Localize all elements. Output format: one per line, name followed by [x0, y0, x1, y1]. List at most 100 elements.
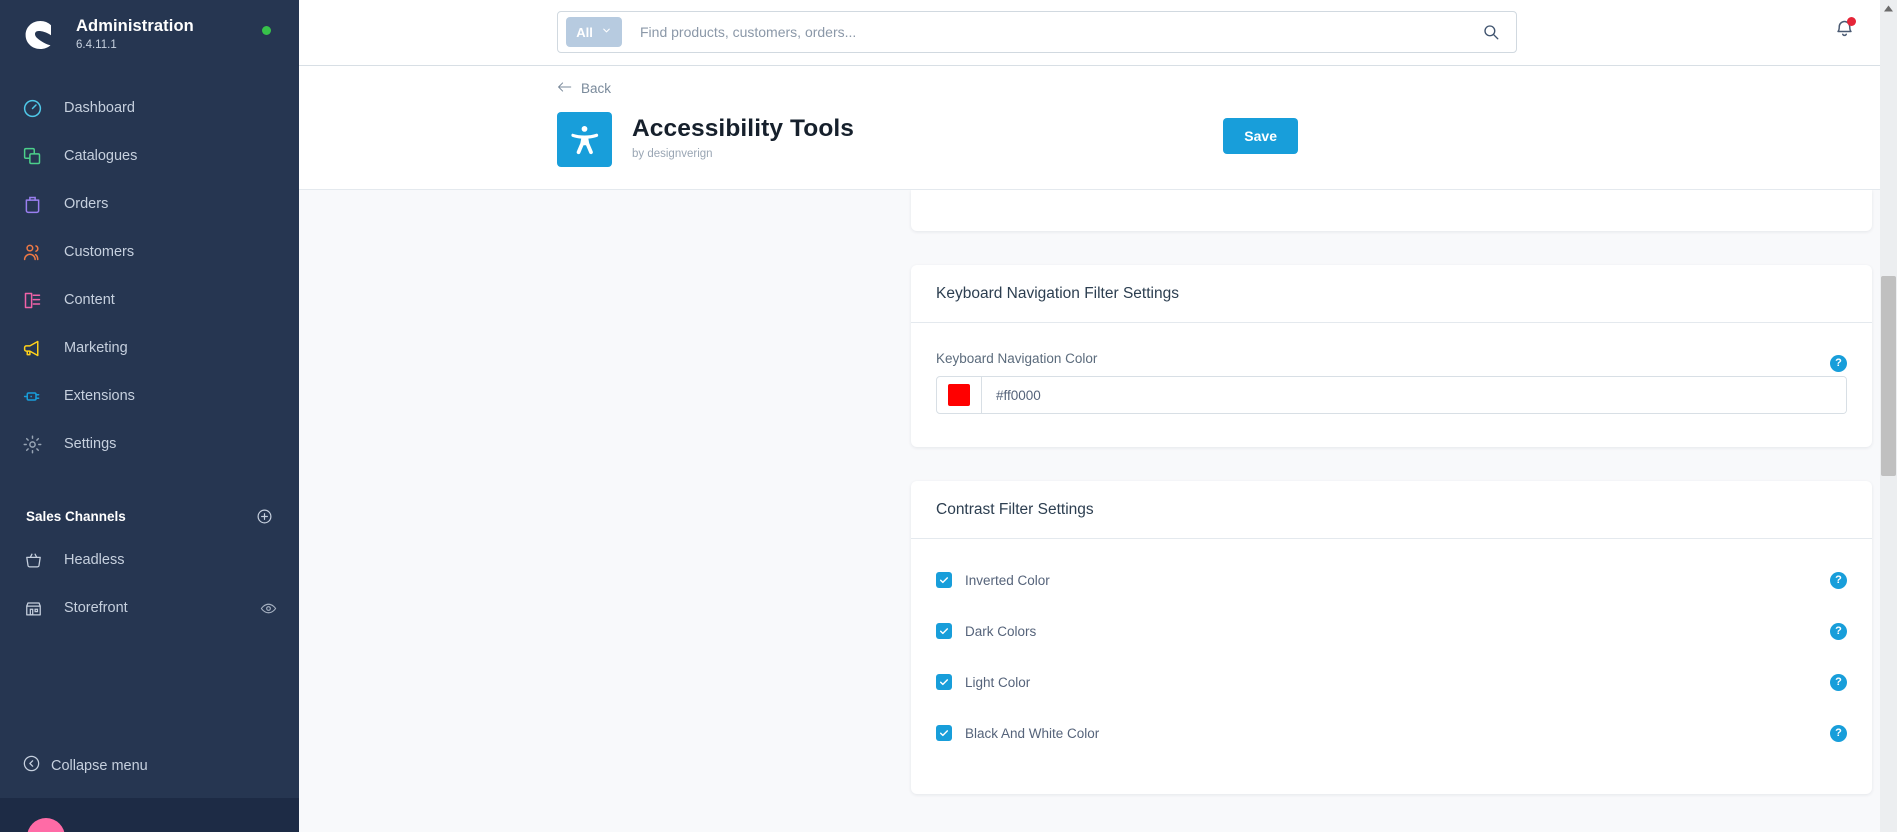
- checkbox-with-label[interactable]: Light Color: [936, 674, 1030, 690]
- page-subtitle: by designverign: [632, 148, 713, 160]
- scroll-up-arrow-icon[interactable]: [1880, 0, 1897, 17]
- sidebar-item-label: Dashboard: [64, 100, 135, 116]
- contrast-option-row: Inverted Color ?: [936, 561, 1847, 599]
- sidebar-item-label: Extensions: [64, 388, 135, 404]
- notifications-button[interactable]: [1834, 17, 1856, 44]
- sidebar-item-label: Customers: [64, 244, 135, 260]
- checkbox-inverted-color[interactable]: [936, 572, 952, 588]
- vertical-scrollbar[interactable]: [1880, 0, 1897, 832]
- main-area: All Find products, customers, orders... …: [299, 0, 1897, 832]
- color-swatch: [948, 384, 970, 406]
- storefront-shop-icon: [24, 599, 56, 618]
- search-icon[interactable]: [1482, 23, 1500, 41]
- search-scope-select[interactable]: All: [566, 17, 622, 47]
- sidebar-item-orders[interactable]: Orders: [0, 180, 299, 228]
- help-question-icon[interactable]: ?: [1830, 622, 1847, 640]
- settings-gear-icon: [22, 434, 56, 455]
- brand-text: Administration 6.4.11.1: [76, 17, 194, 52]
- sidebar-item-dashboard[interactable]: Dashboard: [0, 84, 299, 132]
- keyboard-navigation-color-input-group[interactable]: [936, 376, 1847, 414]
- color-swatch-button[interactable]: [937, 377, 982, 413]
- admin-application: Administration 6.4.11.1 Dashboard Catalo…: [0, 0, 1897, 832]
- contrast-option-row: Light Color ?: [936, 663, 1847, 701]
- card-title: Keyboard Navigation Filter Settings: [936, 285, 1179, 302]
- sales-channels-header: Sales Channels: [0, 496, 299, 536]
- sidebar-item-settings[interactable]: Settings: [0, 420, 299, 468]
- checkbox-dark-colors[interactable]: [936, 623, 952, 639]
- keyboard-navigation-color-value[interactable]: [982, 377, 1846, 413]
- main-sidebar: Administration 6.4.11.1 Dashboard Catalo…: [0, 0, 299, 832]
- brand-title: Administration: [76, 17, 194, 36]
- customers-people-icon: [22, 242, 56, 263]
- save-button[interactable]: Save: [1223, 118, 1298, 154]
- content-layout-icon: [22, 290, 56, 311]
- content-inner: Keyboard Navigation Filter Settings Keyb…: [299, 190, 1897, 832]
- checkbox-black-and-white-color[interactable]: [936, 725, 952, 741]
- sidebar-item-marketing[interactable]: Marketing: [0, 324, 299, 372]
- marketing-megaphone-icon: [22, 338, 56, 359]
- chevron-left-circle-icon: [22, 754, 41, 778]
- checkbox-with-label[interactable]: Inverted Color: [936, 572, 1050, 588]
- sales-channels-title: Sales Channels: [26, 508, 126, 524]
- back-button[interactable]: Back: [557, 81, 611, 96]
- help-question-icon[interactable]: ?: [1830, 724, 1847, 742]
- checkbox-with-label[interactable]: Dark Colors: [936, 623, 1036, 639]
- checkbox-light-color[interactable]: [936, 674, 952, 690]
- global-search-bar[interactable]: All: [557, 11, 1517, 53]
- title-block: Accessibility Tools by designverign: [632, 112, 854, 160]
- checkbox-with-label[interactable]: Black And White Color: [936, 725, 1099, 741]
- dashboard-gauge-icon: [22, 98, 56, 119]
- sidebar-item-label: Storefront: [64, 600, 128, 616]
- brand-header[interactable]: Administration 6.4.11.1: [0, 0, 299, 66]
- sidebar-item-label: Content: [64, 292, 115, 308]
- search-input[interactable]: [640, 24, 1482, 40]
- help-question-icon[interactable]: ?: [1830, 571, 1847, 589]
- keyboard-navigation-color-label: Keyboard Navigation Color: [936, 351, 1098, 366]
- primary-navigation: Dashboard Catalogues Orders Customers Co…: [0, 84, 299, 468]
- shopware-logo-icon: [18, 13, 62, 57]
- checkbox-label: Light Color: [965, 674, 1031, 690]
- collapse-menu-button[interactable]: Collapse menu: [0, 744, 299, 788]
- keyboard-navigation-card: Keyboard Navigation Filter Settings Keyb…: [911, 265, 1872, 447]
- contrast-filter-card: Contrast Filter Settings Inverted Color: [911, 481, 1872, 794]
- orders-bag-icon: [22, 194, 56, 215]
- scrollbar-thumb[interactable]: [1881, 276, 1896, 476]
- brand-version: 6.4.11.1: [76, 39, 117, 52]
- sidebar-item-label: Settings: [64, 436, 117, 452]
- sidebar-item-storefront[interactable]: Storefront: [0, 584, 299, 632]
- sidebar-item-extensions[interactable]: Extensions: [0, 372, 299, 420]
- eye-icon[interactable]: [260, 600, 277, 617]
- sidebar-item-label: Orders: [64, 196, 109, 212]
- card-header: Keyboard Navigation Filter Settings: [911, 265, 1872, 323]
- plus-circle-icon[interactable]: [256, 508, 273, 525]
- headless-basket-icon: [24, 551, 56, 570]
- previous-card-partial: [911, 190, 1872, 231]
- user-avatar[interactable]: [27, 818, 65, 832]
- card-body: Inverted Color ? Dark Colors ? Light Col…: [911, 539, 1872, 794]
- top-bar: All: [299, 0, 1897, 66]
- checkbox-label: Inverted Color: [965, 572, 1050, 588]
- contrast-option-row: Dark Colors ?: [936, 612, 1847, 650]
- card-title: Contrast Filter Settings: [936, 501, 1094, 518]
- sidebar-item-label: Catalogues: [64, 148, 138, 164]
- help-question-icon[interactable]: ?: [1830, 355, 1847, 372]
- search-scope-label: All: [576, 24, 593, 40]
- sidebar-item-content[interactable]: Content: [0, 276, 299, 324]
- accessibility-person-icon: [557, 112, 612, 167]
- sidebar-item-customers[interactable]: Customers: [0, 228, 299, 276]
- sidebar-item-catalogues[interactable]: Catalogues: [0, 132, 299, 180]
- back-label: Back: [581, 81, 612, 96]
- arrow-left-icon: [557, 81, 572, 96]
- card-body: Keyboard Navigation Color ?: [911, 323, 1872, 447]
- contrast-option-row: Black And White Color ?: [936, 714, 1847, 752]
- content-scroll-area[interactable]: Keyboard Navigation Filter Settings Keyb…: [299, 190, 1897, 832]
- bell-icon: [1834, 20, 1855, 43]
- checkbox-label: Dark Colors: [965, 623, 1037, 639]
- collapse-menu-label: Collapse menu: [51, 758, 148, 774]
- notification-badge: [1847, 17, 1856, 26]
- help-question-icon[interactable]: ?: [1830, 673, 1847, 691]
- sidebar-item-headless[interactable]: Headless: [0, 536, 299, 584]
- status-indicator-dot: [262, 26, 271, 35]
- page-title: Accessibility Tools: [632, 115, 855, 142]
- sidebar-item-label: Headless: [64, 552, 125, 568]
